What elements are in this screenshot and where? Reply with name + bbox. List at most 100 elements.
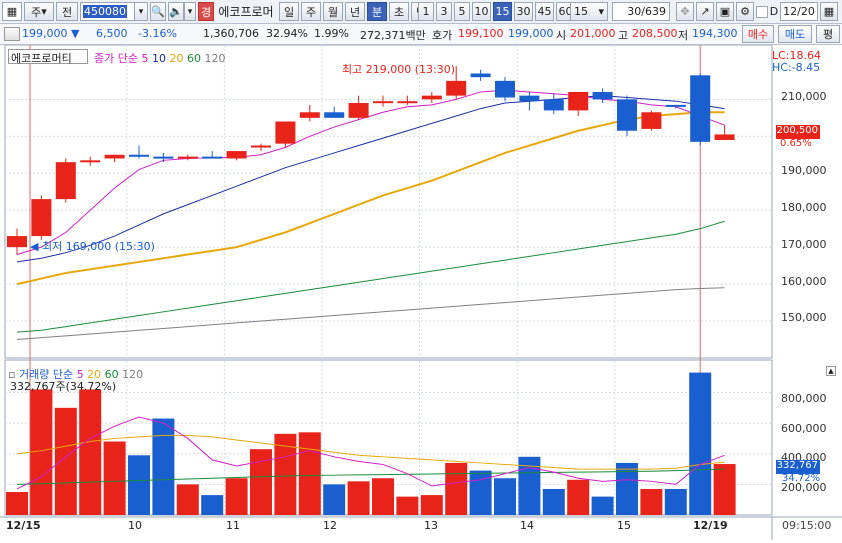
x-label: 12/15 bbox=[6, 519, 41, 532]
volume-bar bbox=[54, 407, 77, 515]
candle-body bbox=[519, 95, 540, 102]
sell-button[interactable]: 매도 bbox=[778, 25, 812, 43]
low-annotation: ◀ 최저 169,000 (15:30) bbox=[30, 240, 155, 253]
volume-bar bbox=[689, 372, 712, 515]
candle-body bbox=[495, 80, 515, 98]
count-field[interactable]: 30/639 bbox=[612, 2, 670, 21]
buy-button-label: 매수 bbox=[747, 28, 769, 41]
candle-body bbox=[421, 95, 442, 100]
count-value: 30/639 bbox=[627, 5, 666, 18]
interval-button[interactable]: 45 bbox=[535, 2, 554, 21]
interval-button[interactable]: 15 bbox=[493, 2, 512, 21]
quote-bar: 199,000 ▼ 6,500 -3.16% 1,360,706 32.94% … bbox=[0, 24, 842, 45]
candle-body bbox=[543, 99, 564, 111]
period-button[interactable]: 초 bbox=[389, 2, 409, 21]
interval-button[interactable]: 30 bbox=[514, 2, 533, 21]
ma60-label: 60 bbox=[186, 52, 201, 65]
candle-body bbox=[714, 134, 735, 140]
settings-icon[interactable]: ⚙ bbox=[736, 2, 754, 21]
buy-button[interactable]: 매수 bbox=[742, 25, 774, 43]
volume-bar bbox=[494, 478, 516, 515]
type-select[interactable]: 주 ▾ bbox=[24, 2, 54, 21]
candle-body bbox=[177, 156, 198, 159]
candle-body bbox=[568, 91, 589, 111]
volume-bar bbox=[372, 478, 394, 515]
low-price: 194,300 bbox=[692, 27, 738, 40]
candle-body bbox=[55, 162, 76, 200]
mode-button[interactable]: 전 bbox=[56, 2, 78, 21]
date-label: D bbox=[769, 2, 779, 21]
stock-name: 에코프로머 bbox=[215, 2, 277, 21]
eval-button[interactable]: 평 bbox=[816, 25, 840, 43]
ma10-label: 10 bbox=[151, 52, 166, 65]
ask-price: 199,000 bbox=[508, 27, 554, 40]
high-price: 208,500 bbox=[632, 27, 678, 40]
ma20-label: 20 bbox=[169, 52, 184, 65]
volume-bar bbox=[347, 481, 370, 515]
period-button[interactable]: 주 bbox=[301, 2, 321, 21]
candle-body bbox=[275, 121, 296, 144]
volume-bar bbox=[6, 492, 28, 515]
period-button[interactable]: 분 bbox=[367, 2, 387, 21]
sell-button-label: 매도 bbox=[784, 28, 806, 41]
interval-button[interactable]: 3 bbox=[436, 2, 452, 21]
stock-label-box[interactable]: 에코프로머티 bbox=[8, 49, 88, 65]
quote-menu-icon[interactable] bbox=[4, 27, 20, 41]
interval-button[interactable]: 1 bbox=[418, 2, 434, 21]
period-button[interactable]: 년 bbox=[345, 2, 365, 21]
date-input[interactable]: 12/20 bbox=[780, 2, 818, 21]
period-button[interactable]: 월 bbox=[323, 2, 343, 21]
collapse-icon[interactable]: ▲ bbox=[826, 366, 836, 376]
grid-icon[interactable]: ▦ bbox=[2, 2, 22, 21]
candle-body bbox=[31, 199, 52, 237]
trend-icon[interactable]: ↗ bbox=[696, 2, 714, 21]
date-label-text: D bbox=[769, 5, 779, 18]
volume-bar bbox=[713, 464, 736, 515]
vol-y-tick: 600,000 bbox=[781, 422, 827, 435]
volume-bar bbox=[298, 432, 321, 515]
volume-bar bbox=[250, 449, 272, 515]
warning-badge: 경 bbox=[198, 2, 214, 21]
candle-body bbox=[470, 73, 491, 78]
x-label: 12 bbox=[323, 519, 337, 532]
candle-body bbox=[641, 112, 662, 129]
save-icon[interactable]: ▣ bbox=[716, 2, 734, 21]
search-icon[interactable]: 🔍 bbox=[150, 2, 166, 21]
ma120-label: 120 bbox=[204, 52, 226, 65]
vol-last-tag: 332,767 bbox=[776, 460, 820, 474]
open-label: 시 bbox=[556, 29, 567, 42]
quote-price: 199,000 ▼ bbox=[22, 27, 80, 40]
date-checkbox[interactable] bbox=[756, 6, 768, 18]
candle-body bbox=[446, 80, 467, 96]
candle-body bbox=[202, 156, 223, 159]
volume-bar bbox=[445, 462, 468, 515]
vol-last-pct: 34.72% bbox=[782, 473, 821, 484]
sound-icon[interactable]: 🔈 bbox=[168, 2, 184, 21]
quote-change: 6,500 bbox=[96, 27, 128, 40]
period-button[interactable]: 일 bbox=[279, 2, 299, 21]
volume-bar bbox=[225, 478, 248, 515]
date-value: 12/20 bbox=[783, 5, 815, 18]
vol-y-tick: 800,000 bbox=[781, 392, 827, 405]
y-tick: 160,000 bbox=[781, 275, 827, 288]
interval-select-value: 15 bbox=[574, 5, 588, 18]
volume-bar bbox=[542, 488, 565, 515]
candle-body bbox=[251, 145, 271, 148]
x-label: 15 bbox=[617, 519, 631, 532]
sound-dropdown-icon[interactable]: ▾ bbox=[184, 2, 196, 21]
candle-body bbox=[226, 151, 247, 159]
chart-svg bbox=[0, 44, 842, 540]
high-label: 고 bbox=[618, 29, 629, 42]
nav-icon[interactable]: ✥ bbox=[676, 2, 694, 21]
code-value: 450080 bbox=[83, 5, 127, 18]
quote-volume: 1,360,706 bbox=[203, 27, 259, 40]
calendar-icon[interactable]: ▦ bbox=[820, 2, 838, 21]
interval-button[interactable]: 5 bbox=[454, 2, 470, 21]
quote-turnover: 32.94% bbox=[266, 27, 308, 40]
y-tick: 190,000 bbox=[781, 164, 827, 177]
volume-bar bbox=[323, 484, 346, 515]
interval-button[interactable]: 10 bbox=[472, 2, 491, 21]
y-tick: 210,000 bbox=[781, 90, 827, 103]
code-dropdown-icon[interactable]: ▾ bbox=[134, 2, 148, 21]
interval-select[interactable]: 15 ▾ bbox=[570, 2, 608, 21]
